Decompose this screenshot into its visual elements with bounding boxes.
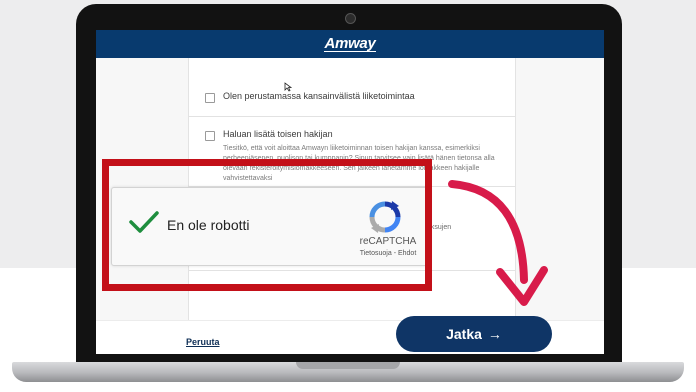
arrow-right-icon: → (487, 326, 502, 342)
continue-label: Jatka (446, 326, 482, 342)
continue-button[interactable]: Jatka → (396, 316, 552, 352)
divider (189, 116, 515, 117)
mouse-cursor-icon (284, 82, 292, 92)
amway-logo: Amway (324, 35, 376, 52)
cancel-link[interactable]: Peruuta (186, 337, 220, 347)
highlight-box (102, 159, 432, 291)
site-header: Amway (96, 30, 604, 58)
option-label: Olen perustamassa kansainvälistä liiketo… (223, 91, 415, 101)
international-checkbox[interactable] (205, 93, 215, 103)
camera-icon (345, 13, 356, 24)
option-label: Haluan lisätä toisen hakijan (223, 129, 333, 139)
laptop-notch (296, 362, 400, 369)
curved-arrow-icon (448, 180, 548, 306)
add-applicant-checkbox[interactable] (205, 131, 215, 141)
